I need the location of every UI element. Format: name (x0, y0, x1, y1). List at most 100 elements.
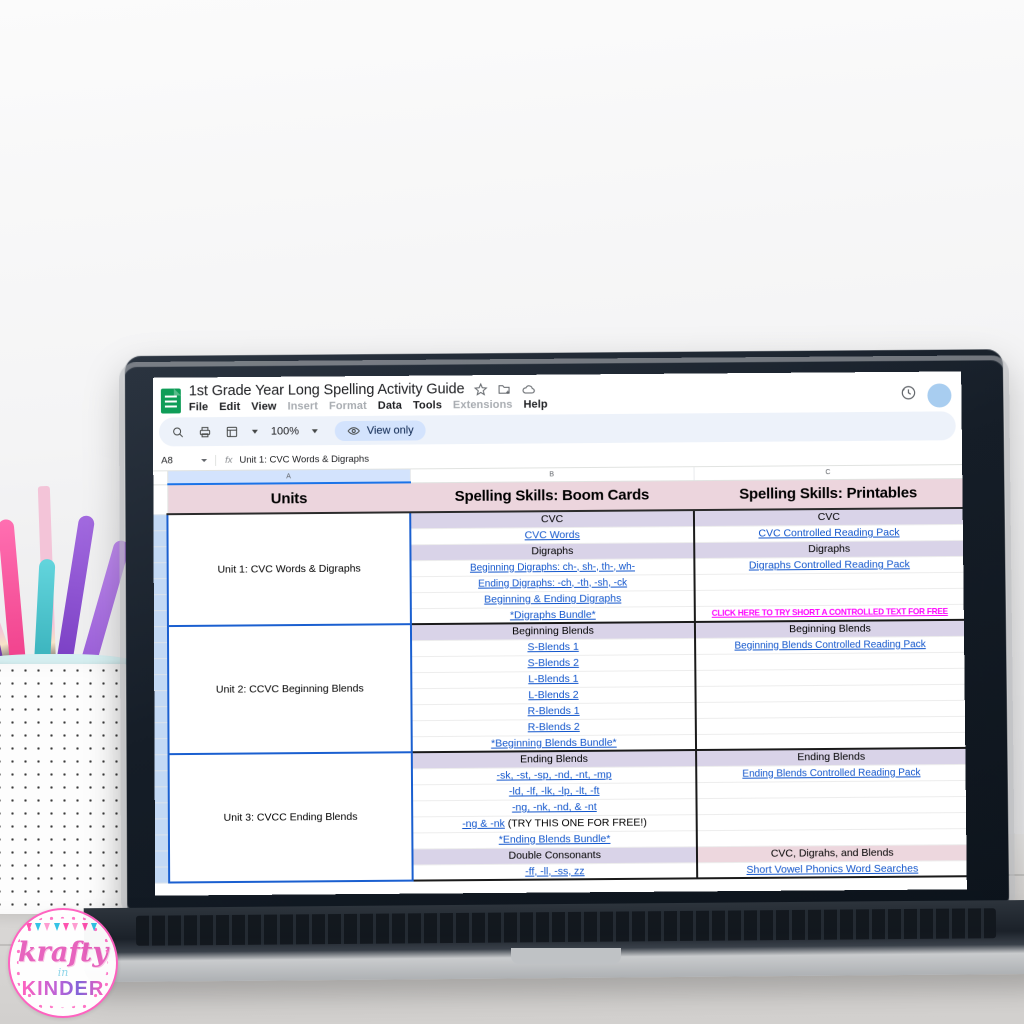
menu-file[interactable]: File (189, 401, 208, 413)
cell-link[interactable]: Short Vowel Phonics Word Searches (746, 862, 918, 875)
cell-suffix-text: (TRY THIS ONE FOR FREE!) (504, 816, 647, 830)
photo-scene: 1st Grade Year Long Spelling Activity Gu… (0, 0, 1024, 1024)
zoom-caret-icon[interactable] (311, 428, 318, 433)
boom-cards-cell[interactable]: -ff, -ll, -ss, zz (412, 862, 698, 881)
avatar[interactable] (927, 383, 952, 408)
cell-link[interactable]: S-Blends 2 (527, 657, 578, 669)
formula-input[interactable]: Unit 1: CVC Words & Digraphs (239, 453, 369, 465)
row-header[interactable] (154, 722, 169, 739)
cell-link[interactable]: Beginning & Ending Digraphs (484, 593, 621, 606)
star-icon[interactable] (473, 382, 489, 397)
cell-link[interactable]: L-Blends 1 (528, 673, 578, 685)
cell-link[interactable]: Ending Digraphs: -ch, -th, -sh, -ck (478, 577, 627, 589)
title-bar-right (899, 377, 952, 408)
row-header[interactable] (154, 658, 169, 675)
row-header[interactable] (153, 626, 169, 643)
cell-link[interactable]: S-Blends 1 (527, 641, 578, 653)
cell-link[interactable]: L-Blends 2 (528, 689, 578, 701)
laptop-notch (511, 948, 621, 964)
name-box[interactable]: A8 (157, 455, 199, 466)
unit-name-cell[interactable]: Unit 1: CVC Words & Digraphs (167, 512, 411, 627)
cell-link[interactable]: -ld, -lf, -lk, -lp, -lt, -ft (509, 785, 600, 798)
menu-help[interactable]: Help (523, 399, 547, 411)
row-header[interactable] (154, 674, 169, 691)
cell-link[interactable]: R-Blends 1 (528, 705, 580, 717)
cell-text: Double Consonants (508, 849, 601, 862)
row-header[interactable] (154, 818, 169, 835)
row-header[interactable] (154, 802, 169, 819)
cell-link[interactable]: *Digraphs Bundle* (510, 608, 596, 621)
row-header[interactable] (153, 484, 168, 515)
sheet-view-caret-icon[interactable] (251, 429, 258, 434)
row-header[interactable] (154, 642, 169, 659)
cell-link[interactable]: *Beginning Blends Bundle* (491, 736, 617, 749)
view-only-label: View only (366, 424, 414, 437)
row-header[interactable] (154, 690, 169, 707)
view-only-badge[interactable]: View only (334, 419, 426, 441)
unit-name-cell[interactable]: Unit 3: CVCC Ending Blends (168, 752, 413, 883)
free-trial-link[interactable]: CLICK HERE TO TRY SHORT A CONTROLLED TEX… (712, 607, 948, 618)
cell-link[interactable]: CVC Controlled Reading Pack (758, 526, 899, 539)
header-units: Units (167, 482, 411, 515)
row-header[interactable] (153, 530, 168, 547)
row-header[interactable] (154, 738, 169, 755)
row-header[interactable] (153, 546, 168, 563)
print-icon[interactable] (198, 425, 212, 439)
cell-link[interactable]: -ng & -nk (462, 818, 505, 830)
cell-link[interactable]: Beginning Blends Controlled Reading Pack (734, 639, 925, 652)
cell-text: Digraphs (808, 542, 851, 556)
cell-link[interactable]: -ng, -nk, -nd, & -nt (512, 801, 597, 814)
menu-format: Format (328, 399, 367, 413)
cell-link[interactable]: R-Blends 2 (528, 721, 580, 733)
menu-view[interactable]: View (251, 401, 276, 413)
move-to-folder-icon[interactable] (497, 381, 512, 396)
eye-icon (347, 423, 361, 437)
cell-link[interactable]: Digraphs Controlled Reading Pack (749, 558, 910, 571)
cell-text: Ending Blends (520, 753, 588, 766)
name-box-caret-icon[interactable] (201, 458, 208, 462)
laptop: 1st Grade Year Long Spelling Activity Gu… (83, 349, 1024, 983)
row-header[interactable] (153, 610, 168, 627)
cell-link[interactable]: CVC Words (525, 529, 580, 541)
row-header[interactable] (154, 834, 170, 851)
menu-tools[interactable]: Tools (413, 399, 442, 411)
search-icon[interactable] (171, 425, 185, 439)
cell-link[interactable]: *Ending Blends Bundle* (499, 833, 611, 846)
zoom-level[interactable]: 100% (271, 425, 299, 437)
row-header[interactable] (155, 866, 170, 883)
cell-link[interactable]: -sk, -st, -sp, -nd, -nt, -mp (497, 769, 612, 782)
laptop-screen: 1st Grade Year Long Spelling Activity Gu… (152, 371, 967, 896)
google-sheets-icon[interactable] (160, 388, 181, 414)
cloud-saved-icon[interactable] (521, 381, 536, 396)
unit-name-cell[interactable]: Unit 2: CCVC Beginning Blends (167, 624, 412, 755)
spreadsheet-grid[interactable]: A B C Units Spelling Skills: Boom Cards … (153, 465, 967, 896)
version-history-icon[interactable] (899, 384, 917, 407)
menu-edit[interactable]: Edit (219, 401, 240, 413)
google-sheets-app: 1st Grade Year Long Spelling Activity Gu… (152, 371, 967, 896)
row-header[interactable] (154, 786, 169, 803)
header-printables: Spelling Skills: Printables (693, 478, 963, 511)
cell-text: CVC (817, 511, 840, 524)
cell-text: Beginning Blends (789, 622, 871, 636)
toolbar: 100% View only (158, 411, 956, 447)
menu-data[interactable]: Data (378, 400, 402, 412)
row-header[interactable] (154, 770, 169, 787)
row-header[interactable] (154, 754, 169, 771)
row-header[interactable] (153, 594, 168, 611)
row-header[interactable] (153, 578, 168, 595)
cell-link[interactable]: Beginning Digraphs: ch-, sh-, th-, wh- (470, 561, 635, 573)
bunting-icon (24, 923, 102, 939)
sheet-view-icon[interactable] (225, 424, 239, 438)
cup-body (0, 664, 130, 914)
page-title[interactable]: 1st Grade Year Long Spelling Activity Gu… (189, 381, 465, 399)
select-all-corner[interactable] (153, 471, 168, 485)
cell-link[interactable]: Ending Blends Controlled Reading Pack (742, 767, 920, 779)
cell-link[interactable]: -ff, -ll, -ss, zz (525, 865, 585, 878)
row-header[interactable] (153, 514, 168, 531)
cell-text: CVC (540, 513, 564, 526)
cell-text: Digraphs (531, 544, 574, 558)
row-header[interactable] (154, 850, 170, 867)
row-header[interactable] (154, 706, 169, 723)
row-header[interactable] (153, 562, 168, 579)
printables-cell[interactable]: Short Vowel Phonics Word Searches (697, 860, 967, 879)
